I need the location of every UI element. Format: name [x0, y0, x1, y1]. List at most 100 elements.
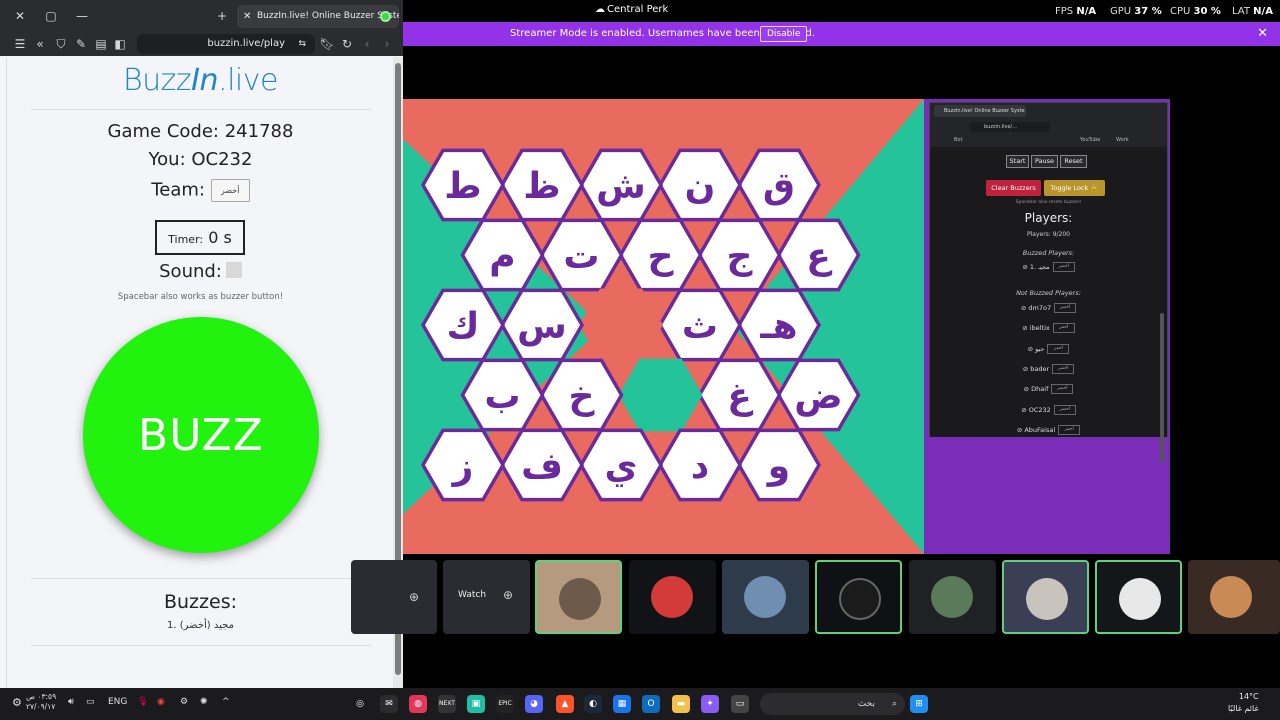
- store-icon[interactable]: ▦: [613, 695, 631, 713]
- zoom-icon[interactable]: ⊕: [503, 588, 513, 602]
- shared-scrollbar[interactable]: [1160, 313, 1164, 463]
- app-icon-epic[interactable]: EPIC: [496, 695, 514, 713]
- reset-button[interactable]: Reset: [1060, 155, 1087, 168]
- close-tab-icon[interactable]: ✕: [243, 5, 251, 28]
- steam-icon[interactable]: ◐: [584, 695, 602, 713]
- zoom-icon[interactable]: ⊕: [409, 590, 419, 604]
- weather-text: غائم غالبًا: [1228, 704, 1259, 713]
- avatar: [559, 578, 601, 620]
- app-icon-teal[interactable]: ▣: [467, 695, 485, 713]
- toggle-lock-button[interactable]: Toggle Lock 🔓: [1044, 180, 1105, 196]
- extension-icon[interactable]: ✎: [73, 36, 89, 52]
- start-icon[interactable]: ⊞: [910, 695, 928, 713]
- participant-tile[interactable]: [535, 560, 622, 634]
- sound-checkbox[interactable]: [225, 262, 242, 278]
- shield-icon[interactable]: ⛉: [53, 36, 69, 52]
- avatar: [931, 576, 973, 618]
- hex-letter: ظ: [523, 166, 560, 207]
- participant-tile[interactable]: [1188, 560, 1280, 634]
- close-banner-icon[interactable]: ✕: [1257, 22, 1268, 46]
- clock[interactable]: ٠٣:٥٩ ص ٢٧/٠٩/١٧: [26, 692, 56, 712]
- volume-icon[interactable]: 🔊︎: [68, 697, 74, 707]
- network-icon[interactable]: ▭: [86, 697, 95, 707]
- not-buzzed-player: ⊘ AbuFaisal أحمر: [930, 424, 1167, 435]
- forward-icon[interactable]: ›: [379, 36, 395, 52]
- hex-letter: ع: [806, 236, 832, 277]
- sun-icon[interactable]: ✺: [200, 697, 208, 707]
- minimize-window-icon[interactable]: —: [71, 6, 93, 26]
- participant-tile[interactable]: ⊕: [351, 560, 437, 634]
- player-name: حيو: [1035, 344, 1045, 353]
- player-name: dm7o7: [1028, 304, 1052, 312]
- sound-label: Sound:: [159, 261, 222, 282]
- back-icon[interactable]: ‹: [359, 36, 375, 52]
- address-bar[interactable]: buzzin.live/play ⇆: [137, 34, 315, 54]
- player-team-button[interactable]: أحمر: [1052, 323, 1075, 334]
- microphone-icon[interactable]: 🎙︎: [137, 697, 148, 707]
- gear-tray-icon[interactable]: ⚙: [180, 697, 188, 707]
- app-icon-next[interactable]: NEXT: [438, 695, 456, 713]
- headset-icon[interactable]: ◉: [157, 697, 165, 707]
- player-team-button[interactable]: أحمر: [1047, 343, 1070, 354]
- bookmark-icon[interactable]: 🔖︎: [319, 36, 335, 52]
- participant-tile[interactable]: [722, 560, 809, 634]
- participant-tile[interactable]: [1095, 560, 1182, 634]
- buzz-button[interactable]: BUZZ: [83, 317, 319, 553]
- player-team-button[interactable]: أخضر: [1053, 404, 1076, 415]
- not-buzzed-player: ⊘ OC232 أخضر: [930, 404, 1167, 415]
- app-icon-ring[interactable]: ◎: [351, 695, 369, 713]
- watch-button[interactable]: Watch: [458, 590, 486, 600]
- player-team-button[interactable]: أخضر: [1052, 262, 1075, 272]
- settings-icon[interactable]: ⚙: [12, 696, 22, 709]
- browser-tab[interactable]: ✕ BuzzIn.live! Online Buzzer Systen: [237, 5, 399, 28]
- avatar: [1210, 576, 1252, 618]
- participant-tile[interactable]: [1002, 560, 1089, 634]
- kick-icon[interactable]: ⊘: [1022, 324, 1030, 332]
- weather-widget[interactable]: 14°C غائم غالبًا: [1228, 691, 1259, 715]
- task-view-icon[interactable]: ▭: [731, 695, 749, 713]
- reload-icon[interactable]: ↻: [339, 36, 355, 52]
- taskbar-search[interactable]: بحث ⌕: [760, 693, 905, 715]
- server-icon: ☁: [595, 4, 605, 15]
- player-team-button[interactable]: أخضر: [1052, 363, 1075, 374]
- player-team-button[interactable]: أخضر: [1054, 303, 1077, 313]
- disable-button[interactable]: Disable: [760, 26, 808, 42]
- collapse-icon[interactable]: «: [32, 36, 48, 52]
- search-placeholder: بحث: [857, 699, 875, 709]
- start-button[interactable]: Start: [1006, 155, 1029, 168]
- player-team-button[interactable]: أحمر: [1058, 424, 1081, 435]
- team-button[interactable]: أخضر: [210, 179, 250, 202]
- site-logo[interactable]: BuzzIn.live: [7, 63, 394, 98]
- new-tab-icon[interactable]: +: [211, 6, 233, 26]
- participant-tile[interactable]: [815, 560, 902, 634]
- language-indicator[interactable]: ENG: [108, 697, 127, 707]
- participant-tile[interactable]: [629, 560, 716, 634]
- outlook-icon[interactable]: O: [642, 695, 660, 713]
- folder-icon[interactable]: ▬: [672, 695, 690, 713]
- timer-label: Timer:: [168, 233, 204, 246]
- menu-icon[interactable]: ☰: [12, 36, 28, 52]
- clear-buzzers-button[interactable]: Clear Buzzers: [986, 180, 1041, 196]
- hex-letter: ز: [451, 446, 474, 487]
- close-window-icon[interactable]: ✕: [9, 6, 31, 26]
- hex-letter: غ: [727, 376, 753, 417]
- kick-icon[interactable]: ⊘: [1021, 406, 1029, 414]
- pause-button[interactable]: Pause: [1031, 155, 1058, 168]
- maximize-window-icon[interactable]: ▢: [40, 6, 62, 26]
- reader-icon[interactable]: ▤: [93, 36, 109, 52]
- discord-icon[interactable]: ◕: [525, 695, 543, 713]
- participant-tile[interactable]: Watch ⊕: [443, 560, 530, 634]
- participant-tile[interactable]: [909, 560, 996, 634]
- player-team-button[interactable]: أخضر: [1051, 384, 1074, 395]
- kick-icon[interactable]: ⊘: [1028, 345, 1036, 353]
- site-settings-icon[interactable]: ⇆: [298, 34, 306, 54]
- game-board-stream[interactable]: ق ن ش ظ ط ع ج ح ت م هـ ث س ك ض غ خ ب و د ي ف ز: [403, 99, 924, 554]
- sidebar-icon[interactable]: ◧: [112, 36, 128, 52]
- avatar: [744, 576, 786, 618]
- app-icon-mail[interactable]: ✉: [380, 695, 398, 713]
- brave-icon[interactable]: ▲: [556, 695, 574, 713]
- copilot-icon[interactable]: ✦: [701, 695, 719, 713]
- app-icon-opera[interactable]: ◍: [409, 695, 427, 713]
- shared-browser-window: BuzzIn.live! Online Buzzer Syste buzzin.…: [929, 102, 1168, 463]
- chevron-up-icon[interactable]: ^: [222, 697, 230, 707]
